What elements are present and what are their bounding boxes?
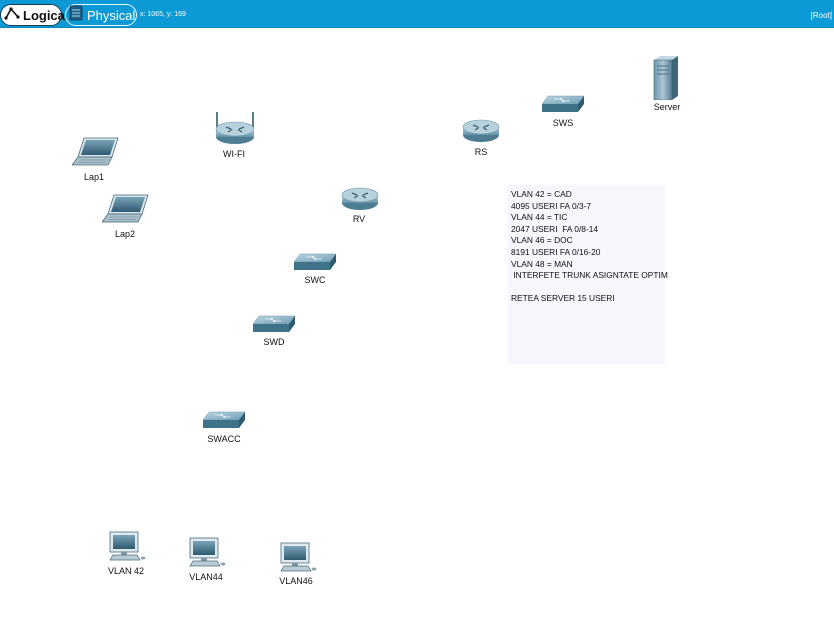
logical-view-label: Logical: [23, 7, 69, 23]
device-label: RV: [352, 214, 366, 224]
device-label: Lap1: [83, 172, 105, 182]
physical-view-label: Physical: [87, 7, 136, 23]
device-sws[interactable]: [542, 94, 584, 114]
device-label: SWACC: [207, 434, 241, 444]
note-line: VLAN 42 = CAD: [511, 189, 572, 199]
device-label: WI-FI: [223, 149, 245, 159]
device-label: VLAN44: [189, 572, 223, 582]
device-wifi[interactable]: [212, 110, 258, 146]
device-label: VLAN 42: [107, 566, 145, 576]
device-vlan42[interactable]: [107, 531, 147, 563]
note-line: VLAN 44 = TIC: [511, 212, 568, 223]
device-label: SWD: [263, 337, 285, 347]
note-line: 8191 USERI FA 0/16-20: [511, 246, 601, 257]
server-icon: [652, 56, 680, 100]
note-line: RETEA SERVER 15 USERI: [511, 293, 615, 304]
device-rv[interactable]: [340, 184, 380, 212]
pc-icon: [187, 537, 227, 569]
pc-icon: [278, 542, 318, 574]
note-line: 4095 USERI FA 0/3-7: [511, 200, 592, 211]
device-label: Server: [653, 102, 681, 112]
switch-icon: [203, 410, 245, 430]
device-label: Lap2: [114, 229, 136, 239]
switch-icon: [294, 252, 336, 272]
device-label: SWC: [304, 275, 326, 285]
root-breadcrumb[interactable]: [Root]: [811, 11, 832, 20]
device-vlan44[interactable]: [187, 537, 227, 569]
switch-icon: [542, 94, 584, 114]
router-icon: [340, 184, 380, 212]
laptop-icon: [72, 137, 120, 167]
device-lap2[interactable]: [102, 194, 150, 224]
wireless-router-icon: [212, 110, 258, 146]
router-icon: [461, 116, 501, 144]
note-line: INTERFETE TRUNK ASIGNTATE OPTIM: [511, 270, 668, 281]
switch-icon: [253, 314, 295, 334]
device-vlan46[interactable]: [278, 542, 318, 574]
physical-view-button[interactable]: Physical: [65, 4, 137, 26]
device-swc[interactable]: [294, 252, 336, 272]
cursor-coordinates: x: 1065, y: 169: [140, 11, 186, 18]
note-line: [511, 282, 662, 294]
note-line: VLAN 48 = MAN: [511, 258, 573, 269]
device-server[interactable]: [652, 56, 680, 100]
device-lap1[interactable]: [72, 137, 120, 167]
logical-view-icon: [4, 6, 20, 25]
device-label: RS: [474, 147, 488, 157]
note-line: 2047 USERI FA 0/8-14: [511, 223, 599, 234]
pc-icon: [107, 531, 147, 563]
workspace-note[interactable]: VLAN 42 = CAD 4095 USERI FA 0/3-7 VLAN 4…: [508, 185, 668, 364]
laptop-icon: [102, 194, 150, 224]
note-line: VLAN 46 = DOC: [511, 235, 573, 246]
device-swacc[interactable]: [203, 410, 245, 430]
device-label: VLAN46: [279, 576, 313, 586]
device-label: SWS: [552, 118, 574, 128]
physical-view-icon: [69, 5, 83, 26]
device-rs[interactable]: [461, 116, 501, 144]
device-swd[interactable]: [253, 314, 295, 334]
workspace-toolbar: Logical Physical x: 1065, y: 169 [Root]: [0, 0, 834, 28]
logical-view-button[interactable]: Logical: [0, 4, 69, 26]
